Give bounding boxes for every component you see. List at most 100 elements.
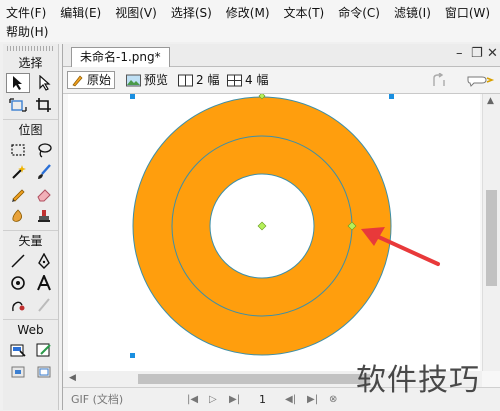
magic-wand-tool[interactable]	[6, 162, 30, 182]
horizontal-scroll-thumb[interactable]	[138, 374, 370, 384]
section-select-title: 选择	[18, 56, 43, 70]
hide-slices-icon	[11, 366, 24, 378]
menu-view[interactable]: 视图(V)	[108, 4, 164, 22]
subselect-icon	[38, 75, 51, 91]
section-web-title: Web	[3, 319, 58, 338]
show-slices-icon	[37, 366, 50, 378]
vertical-scroll-thumb[interactable]	[486, 190, 497, 286]
watermark-text: 软件技巧	[356, 363, 480, 398]
panel-grip[interactable]	[7, 46, 54, 51]
pointer-icon	[12, 76, 22, 90]
minimize-icon[interactable]: –	[456, 46, 463, 61]
slice-icon	[36, 343, 51, 357]
two-up-icon	[178, 74, 193, 86]
four-up-view-button[interactable]: 4 幅	[224, 71, 271, 89]
blur-icon	[11, 209, 22, 222]
original-view-button[interactable]: 原始	[67, 71, 116, 89]
rotate-icon[interactable]	[431, 73, 453, 88]
menu-select[interactable]: 选择(S)	[164, 4, 219, 22]
two-up-view-button[interactable]: 2 幅	[175, 71, 222, 89]
document-tab-bar: 未命名-1.png* – ❐ ✕	[63, 44, 500, 67]
image-preview-icon	[126, 74, 141, 86]
eraser-icon	[36, 189, 51, 202]
menu-row-2: 帮助(H)	[0, 23, 55, 41]
knife-tool[interactable]	[32, 295, 56, 315]
last-frame-icon[interactable]: ▶|	[229, 393, 240, 407]
crop-icon	[35, 98, 51, 112]
brush-tool[interactable]	[32, 162, 56, 182]
knife-icon	[37, 298, 50, 312]
hide-slices-button[interactable]	[6, 362, 30, 382]
line-tool[interactable]	[6, 251, 30, 271]
canvas-area[interactable]	[68, 92, 480, 371]
scale-icon	[8, 98, 27, 112]
lasso-icon	[37, 143, 52, 158]
menu-row-1: 文件(F) 编辑(E) 视图(V) 选择(S) 修改(M) 文本(T) 命令(C…	[0, 4, 497, 22]
lasso-tool[interactable]	[32, 140, 56, 160]
ellipse-icon	[10, 276, 25, 290]
marquee-icon	[10, 144, 25, 156]
subselect-tool[interactable]	[32, 73, 56, 93]
pen-tool[interactable]	[32, 251, 56, 271]
play-icon[interactable]: ▷	[209, 393, 217, 407]
next-frame-icon[interactable]: ▶|	[307, 393, 318, 407]
rubber-stamp-icon	[37, 210, 50, 222]
original-view-label: 原始	[87, 73, 112, 87]
line-icon	[10, 254, 25, 268]
menu-bar: 文件(F) 编辑(E) 视图(V) 选择(S) 修改(M) 文本(T) 命令(C…	[0, 0, 500, 42]
pointer-hand-icon[interactable]	[466, 71, 496, 89]
close-icon[interactable]: ✕	[487, 46, 498, 61]
slice-tool[interactable]	[32, 340, 56, 360]
selection-handle-top-left[interactable]	[130, 94, 135, 99]
canvas-drawing[interactable]	[68, 92, 480, 371]
section-bitmap-title: 位图	[3, 119, 58, 138]
scroll-up-icon[interactable]: ▲	[487, 96, 494, 106]
menu-file[interactable]: 文件(F)	[0, 4, 53, 22]
menu-help[interactable]: 帮助(H)	[0, 23, 55, 41]
pencil-icon	[11, 189, 25, 202]
selection-handle-bottom-left[interactable]	[130, 353, 135, 358]
frame-number: 1	[259, 393, 266, 406]
blur-tool[interactable]	[6, 206, 30, 226]
text-icon	[36, 275, 51, 291]
preview-view-button[interactable]: 预览	[123, 71, 171, 89]
scroll-left-icon[interactable]: ◀	[69, 373, 76, 383]
preview-view-label: 预览	[144, 73, 169, 87]
crop-tool[interactable]	[32, 95, 56, 115]
menu-text[interactable]: 文本(T)	[277, 4, 332, 22]
pointer-tool[interactable]	[5, 73, 30, 93]
document-tab[interactable]: 未命名-1.png*	[71, 47, 170, 67]
restore-icon[interactable]: ❐	[471, 46, 483, 61]
pencil-tool[interactable]	[6, 184, 30, 204]
rubber-stamp-tool[interactable]	[32, 206, 56, 226]
freeform-tool[interactable]	[6, 295, 30, 315]
ellipse-tool[interactable]	[6, 273, 30, 293]
menu-filters[interactable]: 滤镜(I)	[387, 4, 438, 22]
vertical-scrollbar[interactable]: ▲	[482, 94, 500, 371]
menu-window[interactable]: 窗口(W)	[438, 4, 497, 22]
show-slices-button[interactable]	[32, 362, 56, 382]
eraser-tool[interactable]	[32, 184, 56, 204]
menu-edit[interactable]: 编辑(E)	[53, 4, 108, 22]
first-frame-icon[interactable]: |◀	[187, 393, 198, 407]
four-up-view-label: 4 幅	[245, 73, 269, 87]
section-vector-title: 矢量	[3, 230, 58, 249]
prev-frame-icon[interactable]: ◀|	[285, 393, 296, 407]
pen-icon	[37, 253, 50, 269]
text-tool[interactable]	[32, 273, 56, 293]
selection-handle-top-right[interactable]	[389, 94, 394, 99]
marquee-tool[interactable]	[6, 140, 30, 160]
four-up-icon	[227, 74, 242, 86]
hotspot-tool[interactable]	[6, 340, 30, 360]
hotspot-icon	[10, 344, 26, 357]
menu-modify[interactable]: 修改(M)	[219, 4, 277, 22]
scale-tool[interactable]	[6, 95, 30, 115]
menu-commands[interactable]: 命令(C)	[331, 4, 387, 22]
pencil-icon	[72, 74, 83, 86]
two-up-view-label: 2 幅	[196, 73, 220, 87]
freeform-icon	[11, 301, 24, 312]
view-mode-bar: 原始 预览 2 幅 4 幅	[63, 67, 500, 94]
document-format-label: GIF (文档)	[71, 393, 124, 406]
stop-icon[interactable]: ⊗	[329, 393, 337, 407]
magic-wand-icon	[11, 165, 26, 179]
